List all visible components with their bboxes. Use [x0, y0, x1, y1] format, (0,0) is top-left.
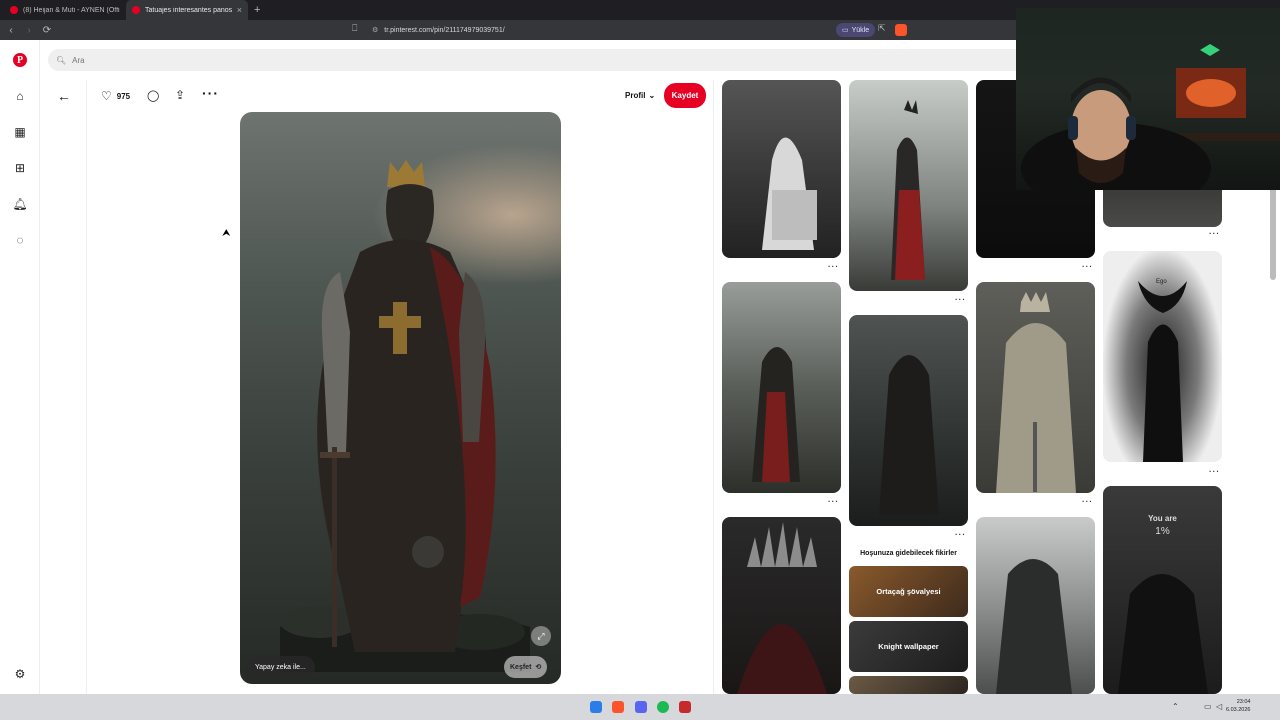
discord-icon[interactable]	[635, 701, 647, 713]
bookmark-icon[interactable]: ⎕	[352, 23, 357, 34]
address-bar-row: ‹ › ⟳ ⎕ ⚙ tr.pinterest.com/pin/211174979…	[0, 20, 1016, 40]
more-options-icon[interactable]: ···	[1209, 229, 1220, 238]
brave-shield-icon[interactable]	[895, 24, 907, 36]
forward-icon[interactable]: ›	[22, 25, 36, 36]
brave-icon[interactable]	[612, 701, 624, 713]
grid-pin-image[interactable]	[722, 282, 841, 493]
more-options-icon[interactable]: ···	[1082, 262, 1093, 271]
pin-thumbnail	[996, 292, 1076, 493]
like-count: 975	[116, 91, 131, 101]
pin-thumbnail	[762, 137, 817, 250]
messages-icon[interactable]: ◌	[12, 232, 28, 248]
pin-closeup: ← ♡ 975 ◯ ⇪ ··· Profil ⌄ Kaydet ⤢ Yapay …	[57, 80, 714, 694]
pin-thumbnail	[752, 347, 800, 482]
idea-card-medieval-knight[interactable]: Ortaçağ şövalyesi	[849, 566, 968, 617]
clock-time: 23:04	[1236, 699, 1251, 705]
back-arrow-icon[interactable]: ←	[57, 88, 71, 104]
start-icon[interactable]	[590, 701, 602, 713]
tray-chevron-icon[interactable]: ⌃	[1172, 702, 1179, 711]
comment-icon[interactable]: ◯	[147, 89, 159, 102]
site-info-icon[interactable]: ⚙	[372, 26, 378, 34]
taskbar: ⌃ ▭ ◁ 23:04 6.03.2026	[0, 694, 1280, 720]
search-input[interactable]	[72, 55, 473, 65]
spotify-icon[interactable]	[657, 701, 669, 713]
more-options-icon[interactable]: ···	[828, 262, 839, 271]
grid-pin-image[interactable]	[722, 80, 841, 258]
explore-label: Keşfet	[510, 663, 532, 671]
more-options-icon[interactable]: ···	[955, 295, 966, 304]
like-button[interactable]: ♡ 975	[101, 89, 130, 103]
share-page-icon[interactable]: ⇱	[878, 23, 886, 34]
tab-title: Tatuajes interesantes panosunda	[145, 6, 232, 14]
pin-thumbnail	[891, 100, 925, 280]
browser-tab-youtube[interactable]: (8) Heijan & Muti - AYNEN (Official V	[4, 0, 126, 20]
clock[interactable]: 23:04 6.03.2026	[1226, 698, 1250, 714]
install-label: Yükle	[851, 26, 870, 34]
expand-icon[interactable]: ⤢	[531, 626, 551, 646]
reload-icon[interactable]: ⟳	[40, 25, 54, 36]
volume-icon[interactable]: ◁	[1216, 702, 1222, 711]
more-options-icon[interactable]: ···	[1209, 467, 1220, 476]
save-button[interactable]: Kaydet	[664, 83, 706, 108]
install-icon: ▭	[842, 27, 849, 34]
percent-text: 1%	[1155, 526, 1170, 537]
share-icon[interactable]: ⇪	[175, 88, 185, 102]
more-options-icon[interactable]: ···	[955, 530, 966, 539]
home-icon[interactable]: ⌂	[12, 88, 28, 104]
pinterest-icon	[132, 6, 140, 14]
close-tab-icon[interactable]: ×	[237, 5, 242, 15]
browser-tab-pinterest[interactable]: Tatuajes interesantes panosunda ×	[126, 0, 248, 20]
youtube-icon	[10, 6, 18, 14]
ego-text: Ego	[1156, 279, 1167, 285]
grid-pin-image[interactable]	[976, 282, 1095, 493]
heart-icon: ♡	[101, 89, 112, 103]
knight-illustration	[280, 160, 530, 672]
lens-icon: ⟲	[535, 664, 542, 671]
clock-date: 6.03.2026	[1226, 707, 1251, 713]
grid-pin-image[interactable]	[722, 517, 841, 694]
webcam-feed	[1021, 44, 1280, 190]
url-text: tr.pinterest.com/pin/211174979039751/	[384, 26, 505, 34]
board-select-label: Profil	[625, 91, 646, 100]
idea-card-knight-wallpaper[interactable]: Knight wallpaper	[849, 621, 968, 672]
grid-pin-image[interactable]	[849, 80, 968, 291]
pin-thumbnail	[996, 559, 1072, 694]
board-select-dropdown[interactable]: Profil ⌄	[625, 91, 655, 100]
install-app-button[interactable]: ▭ Yükle	[836, 23, 876, 37]
explore-button[interactable]: Keşfet ⟲	[504, 656, 548, 678]
back-icon[interactable]: ‹	[4, 25, 18, 36]
network-icon[interactable]: ▭	[1204, 702, 1212, 711]
chevron-down-icon: ⌄	[648, 91, 656, 100]
you-are-text: You are	[1148, 514, 1177, 523]
app-icon[interactable]	[679, 701, 691, 713]
more-options-icon[interactable]: ···	[1082, 497, 1093, 506]
pin-image[interactable]: ⤢ Yapay zeka ile... Keşfet ⟲	[240, 112, 561, 684]
mouse-cursor: ⮝	[222, 228, 231, 239]
ai-badge[interactable]: Yapay zeka ile...	[246, 656, 315, 678]
grid-pin-image[interactable]	[849, 315, 968, 526]
new-tab-button[interactable]: +	[254, 4, 260, 16]
create-icon[interactable]: ⊞	[12, 160, 28, 176]
search-icon: 🔍︎	[56, 55, 67, 65]
settings-icon[interactable]: ⚙	[12, 666, 28, 682]
pinterest-logo-icon[interactable]: P	[13, 53, 27, 67]
webcam-overlay	[1016, 8, 1280, 190]
explore-icon[interactable]: ▦	[12, 124, 28, 140]
tab-title: (8) Heijan & Muti - AYNEN (Official V	[23, 6, 120, 14]
ideas-section-title: Hoşunuza gidebilecek fikirler	[860, 550, 957, 557]
pin-thumbnail	[879, 355, 939, 515]
pin-thumbnail	[737, 522, 827, 694]
idea-card[interactable]	[849, 676, 968, 694]
more-options-icon[interactable]: ···	[202, 85, 219, 101]
more-options-icon[interactable]: ···	[828, 497, 839, 506]
grid-pin-image[interactable]	[976, 517, 1095, 694]
sidebar: P ⌂ ▦ ⊞ 🔔︎ ◌ ⚙	[0, 40, 40, 694]
notifications-icon[interactable]: 🔔︎	[12, 196, 28, 212]
url-field[interactable]: ⚙ tr.pinterest.com/pin/211174979039751/	[372, 23, 822, 37]
